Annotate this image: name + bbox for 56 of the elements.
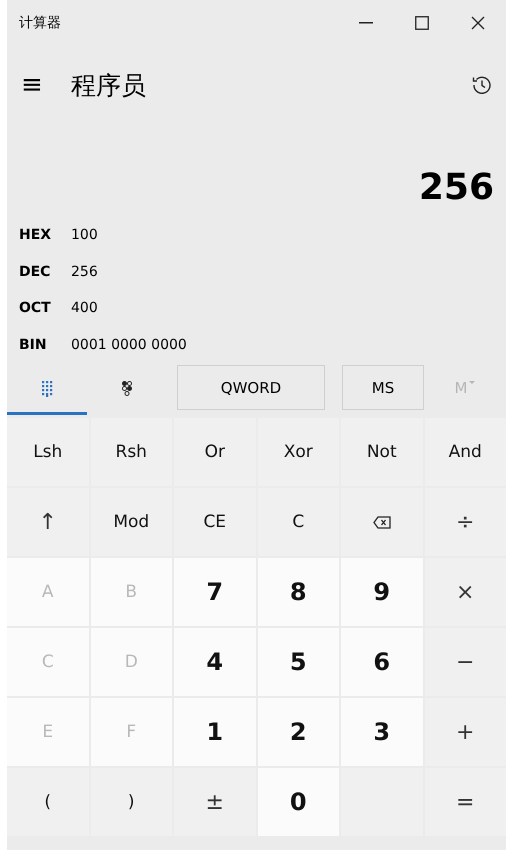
digit-key[interactable]: 7 xyxy=(174,558,256,626)
caret-icon xyxy=(469,380,476,384)
digit-key[interactable]: 2 xyxy=(258,698,339,766)
digit-key[interactable]: 1 xyxy=(174,698,256,766)
radix-value: 100 xyxy=(71,227,98,244)
function-key[interactable]: Lsh xyxy=(7,418,88,486)
digit-key[interactable]: 4 xyxy=(174,628,256,696)
radix-value: 256 xyxy=(71,264,98,280)
digit-key[interactable]: 5 xyxy=(258,628,339,696)
function-key[interactable]: Xor xyxy=(258,418,339,486)
minimize-icon xyxy=(359,22,373,24)
radix-value: 400 xyxy=(71,300,98,316)
digit-key[interactable]: 0 xyxy=(258,768,339,836)
operator-key[interactable]: − xyxy=(424,628,506,696)
history-icon xyxy=(472,75,492,95)
mode-title: 程序员 xyxy=(71,70,147,102)
radix-row[interactable]: BIN 0001 0000 0000 xyxy=(19,326,506,363)
radix-row[interactable]: OCT 400 xyxy=(19,290,506,326)
memory-button[interactable]: MS xyxy=(342,365,424,410)
digit-key[interactable]: 9 xyxy=(341,558,422,626)
maximize-icon xyxy=(415,16,429,30)
operator-key[interactable]: + xyxy=(424,698,506,766)
function-key[interactable]: C xyxy=(258,488,339,556)
function-key[interactable]: ) xyxy=(90,768,172,836)
function-key[interactable]: Or xyxy=(174,418,256,486)
operator-key[interactable]: ÷ xyxy=(424,488,506,556)
function-key[interactable]: ( xyxy=(7,768,88,836)
radix-name: DEC xyxy=(19,264,52,280)
close-icon xyxy=(471,16,485,30)
function-key[interactable]: And xyxy=(424,418,506,486)
operator-key[interactable]: × xyxy=(424,558,506,626)
radix-row[interactable]: HEX 100 xyxy=(19,217,506,254)
radix-name: HEX xyxy=(19,227,52,244)
history-button[interactable] xyxy=(472,75,492,95)
digit-key[interactable]: 6 xyxy=(341,628,422,696)
word-size-button[interactable]: QWORD xyxy=(177,365,325,410)
result-display: 256 xyxy=(418,166,494,208)
operator-key[interactable]: ± xyxy=(174,768,256,836)
backspace-button[interactable] xyxy=(341,488,422,556)
bits-icon xyxy=(122,381,132,396)
operator-key[interactable]: ↑ xyxy=(7,488,88,556)
operator-key[interactable]: = xyxy=(424,768,506,836)
backspace-icon xyxy=(372,516,391,528)
radix-value: 0001 0000 0000 xyxy=(71,336,187,353)
function-key[interactable]: Mod xyxy=(90,488,172,556)
digit-key[interactable]: 3 xyxy=(341,698,422,766)
menu-button[interactable]: ≡ xyxy=(21,70,71,100)
radix-name: BIN xyxy=(19,336,48,353)
function-key[interactable]: Not xyxy=(341,418,422,486)
radix-name: OCT xyxy=(19,300,52,316)
function-key[interactable]: CE xyxy=(174,488,256,556)
keypad-icon xyxy=(42,380,52,396)
digit-key[interactable]: 8 xyxy=(258,558,339,626)
window-title: 计算器 xyxy=(19,14,62,32)
function-key[interactable]: Rsh xyxy=(90,418,172,486)
radix-row[interactable]: DEC 256 xyxy=(19,254,506,290)
